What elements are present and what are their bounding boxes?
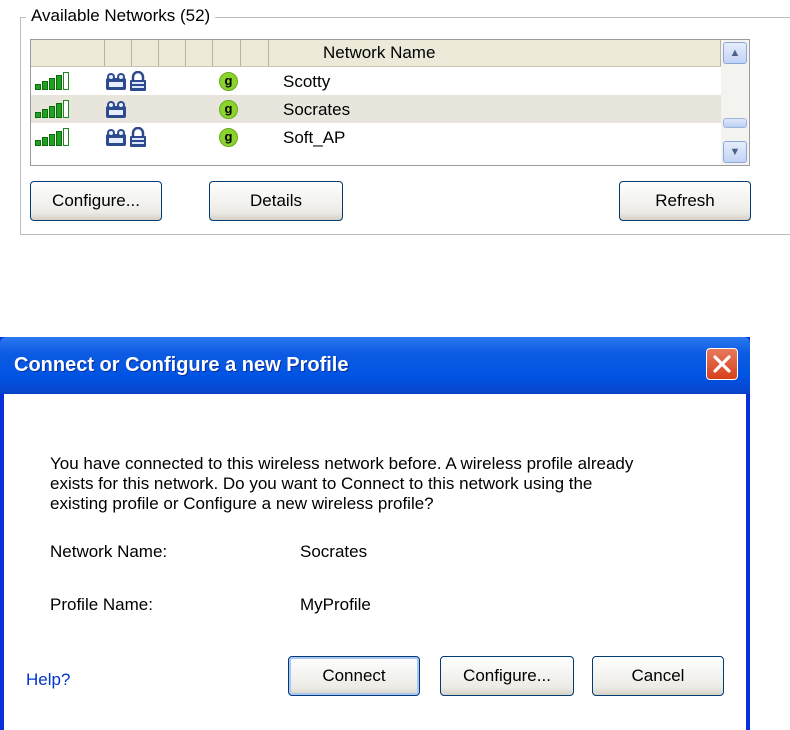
dialog-title-bar[interactable]: Connect or Configure a new Profile <box>0 337 750 394</box>
dialog-message-line: exists for this network. Do you want to … <box>50 474 593 493</box>
lock-icon <box>130 71 146 91</box>
details-button[interactable]: Details <box>209 181 343 221</box>
header-col-signal[interactable] <box>31 40 105 66</box>
header-col-security[interactable] <box>132 40 159 66</box>
g-standard-icon: g <box>219 100 238 119</box>
connect-configure-dialog: Connect or Configure a new Profile You h… <box>0 337 750 730</box>
network-name: Soft_AP <box>283 128 346 147</box>
header-col-6[interactable] <box>241 40 269 66</box>
header-col-3[interactable] <box>159 40 186 66</box>
network-name-column-header: Network Name <box>323 43 436 62</box>
dialog-body: You have connected to this wireless netw… <box>4 394 746 730</box>
profile-name-value: MyProfile <box>300 595 371 614</box>
scroll-down-icon[interactable]: ▼ <box>723 141 747 163</box>
cancel-button[interactable]: Cancel <box>592 656 724 696</box>
peer-network-icon <box>106 73 126 90</box>
refresh-button[interactable]: Refresh <box>619 181 751 221</box>
signal-strength-icon <box>35 128 75 146</box>
close-button[interactable] <box>706 348 738 380</box>
network-name-value: Socrates <box>300 542 368 561</box>
dialog-message: You have connected to this wireless netw… <box>50 454 730 514</box>
scroll-up-icon[interactable]: ▲ <box>723 42 747 64</box>
network-row-socrates[interactable]: g Socrates <box>31 95 721 123</box>
configure-profile-button[interactable]: Configure... <box>440 656 574 696</box>
profile-name-label: Profile Name: <box>50 595 153 614</box>
network-name: Scotty <box>283 72 331 91</box>
dialog-title: Connect or Configure a new Profile <box>14 354 349 376</box>
available-networks-title: Available Networks (52) <box>26 6 216 26</box>
help-link[interactable]: Help? <box>26 670 70 690</box>
network-name-label: Network Name: <box>50 542 168 561</box>
scroll-thumb[interactable] <box>723 118 747 128</box>
configure-network-button[interactable]: Configure... <box>30 181 162 221</box>
peer-network-icon <box>106 129 126 146</box>
header-col-standard[interactable] <box>213 40 241 66</box>
g-standard-icon: g <box>219 128 238 147</box>
header-col-4[interactable] <box>186 40 213 66</box>
network-row-soft-ap[interactable]: g Soft_AP <box>31 123 721 151</box>
connect-button[interactable]: Connect <box>288 656 420 696</box>
dialog-message-line: You have connected to this wireless netw… <box>50 454 634 473</box>
header-col-peer[interactable] <box>105 40 132 66</box>
lock-icon <box>130 127 146 147</box>
close-icon <box>713 355 731 373</box>
signal-strength-icon <box>35 100 75 118</box>
network-name: Socrates <box>283 100 351 119</box>
networks-scrollbar[interactable]: ▲ ▼ <box>721 40 749 165</box>
signal-strength-icon <box>35 72 75 90</box>
peer-network-icon <box>106 101 126 118</box>
network-row-scotty[interactable]: g Scotty <box>31 67 721 95</box>
dialog-message-line: existing profile or Configure a new wire… <box>50 494 434 513</box>
g-standard-icon: g <box>219 72 238 91</box>
networks-list-header: Network Name <box>31 40 721 67</box>
networks-list[interactable]: Network Name g Scotty g Socrates g Soft_… <box>30 39 750 166</box>
